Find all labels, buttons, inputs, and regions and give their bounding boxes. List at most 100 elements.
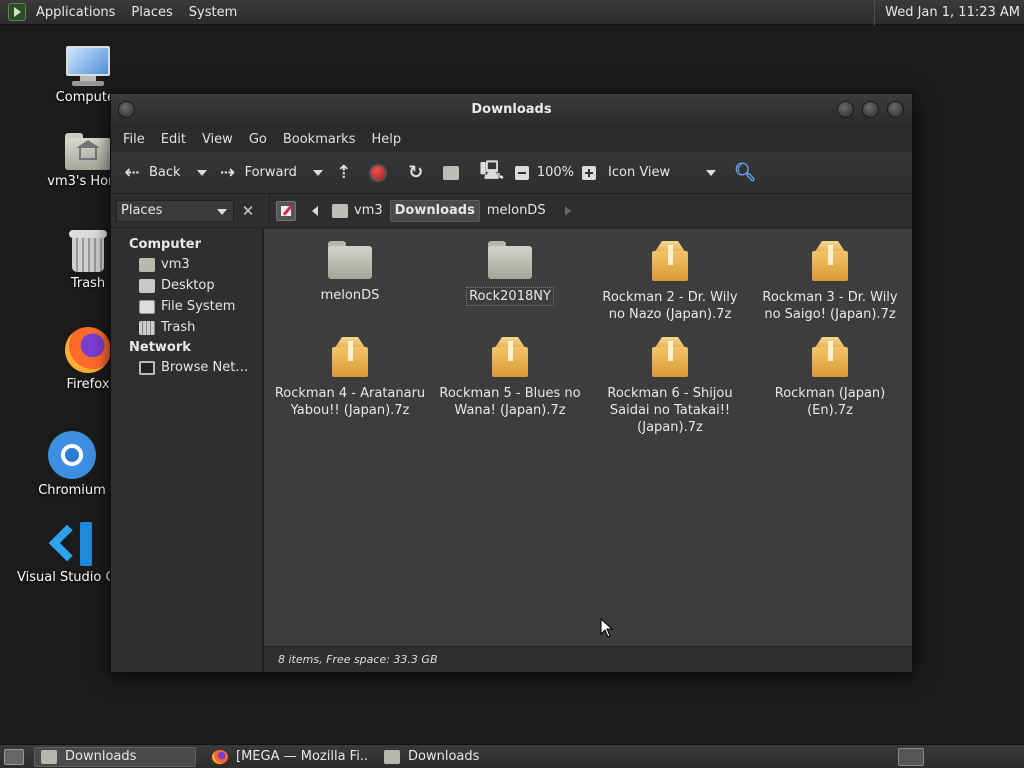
sidebar-item-browse-network[interactable]: Browse Net… <box>111 357 262 378</box>
archive-icon <box>652 241 688 281</box>
taskbar-item-downloads[interactable]: Downloads <box>34 746 196 767</box>
window-menu-button[interactable] <box>118 101 135 118</box>
file-item-archive[interactable]: Rockman (Japan) (En).7z <box>750 331 910 441</box>
forward-button[interactable]: ⇢ Forward <box>217 162 297 184</box>
workspace-switcher[interactable] <box>898 748 924 766</box>
sidebar-type-label: Places <box>121 203 163 218</box>
stop-button[interactable] <box>368 163 387 182</box>
sidebar-item-file-system[interactable]: File System <box>111 296 262 317</box>
menu-file[interactable]: File <box>115 132 153 147</box>
zoom-in-icon <box>582 165 597 180</box>
file-name: Rockman 4 - Aratanaru Yabou!! (Japan).7z <box>274 386 426 418</box>
file-item-archive[interactable]: Rockman 4 - Aratanaru Yabou!! (Japan).7z <box>270 331 430 441</box>
menu-places[interactable]: Places <box>123 0 180 25</box>
zoom-in-button[interactable] <box>582 165 597 180</box>
search-button[interactable]: 🔍︎ <box>733 162 757 184</box>
reload-icon: ↻ <box>408 162 424 183</box>
back-label: Back <box>149 165 181 180</box>
firefox-icon <box>212 749 228 764</box>
places-sidebar: Computer vm3 Desktop File System Trash N… <box>111 229 263 672</box>
taskbar-item-downloads-2[interactable]: Downloads <box>378 747 540 767</box>
file-name: Rockman 5 - Blues no Wana! (Japan).7z <box>439 386 581 418</box>
show-desktop-button[interactable] <box>4 748 24 765</box>
file-item-folder[interactable]: Rock2018NY <box>430 235 590 331</box>
zoom-out-button[interactable] <box>514 165 529 180</box>
sidebar-item-label: Browse Net… <box>161 360 249 375</box>
home-icon <box>442 165 459 180</box>
forward-history-dropdown[interactable] <box>312 169 323 176</box>
computer-button[interactable]: 🖳 <box>480 160 504 184</box>
sidebar-item-desktop[interactable]: Desktop <box>111 275 262 296</box>
file-item-archive[interactable]: Rockman 3 - Dr. Wily no Saigo! (Japan).7… <box>750 235 910 331</box>
sidebar-item-vm3[interactable]: vm3 <box>111 254 262 275</box>
window-titlebar[interactable]: Downloads <box>111 94 912 126</box>
breadcrumb-right-arrow[interactable] <box>564 205 571 216</box>
trash-icon <box>69 228 107 272</box>
top-panel: Applications Places System Wed Jan 1, 11… <box>0 0 1024 25</box>
clock[interactable]: Wed Jan 1, 11:23 AM <box>874 0 1020 25</box>
archive-icon <box>812 337 848 377</box>
task-label: Downloads <box>408 749 480 764</box>
stop-icon <box>368 163 387 182</box>
menu-system[interactable]: System <box>181 0 245 25</box>
close-sidebar-button[interactable]: ✕ <box>237 200 259 222</box>
close-button[interactable] <box>887 101 904 118</box>
trash-icon <box>139 320 155 335</box>
maximize-button[interactable] <box>862 101 879 118</box>
vscode-icon <box>48 522 94 566</box>
menu-edit[interactable]: Edit <box>153 132 194 147</box>
desktop-icon <box>139 278 155 293</box>
menu-view[interactable]: View <box>194 132 241 147</box>
crumb-downloads[interactable]: Downloads <box>389 199 480 222</box>
home-button[interactable] <box>442 165 465 180</box>
file-item-folder[interactable]: melonDS <box>270 235 430 331</box>
menu-applications[interactable]: Applications <box>28 0 123 25</box>
file-item-archive[interactable]: Rockman 2 - Dr. Wily no Nazo (Japan).7z <box>590 235 750 331</box>
file-name: Rockman 2 - Dr. Wily no Nazo (Japan).7z <box>602 290 738 322</box>
view-mode-select[interactable]: Icon View <box>608 165 698 180</box>
forward-label: Forward <box>244 165 297 180</box>
archive-icon <box>332 337 368 377</box>
menu-help[interactable]: Help <box>363 132 409 147</box>
up-button[interactable]: ⇡ <box>333 162 355 184</box>
menu-go[interactable]: Go <box>241 132 275 147</box>
drive-icon <box>139 299 155 314</box>
menu-bookmarks[interactable]: Bookmarks <box>275 132 364 147</box>
minimize-button[interactable] <box>837 101 854 118</box>
file-item-archive[interactable]: Rockman 5 - Blues no Wana! (Japan).7z <box>430 331 590 441</box>
computer-icon <box>64 46 112 86</box>
breadcrumb-left-arrow[interactable] <box>312 205 318 216</box>
home-icon <box>332 203 348 218</box>
zoom-level[interactable]: 100% <box>537 165 574 180</box>
back-history-dropdown[interactable] <box>196 169 207 176</box>
folder-icon <box>384 749 400 764</box>
archive-icon <box>652 337 688 377</box>
file-view[interactable]: melonDS Rock2018NY Rockman 2 - Dr. Wily … <box>263 229 912 672</box>
sidebar-item-trash[interactable]: Trash <box>111 317 262 338</box>
sidebar-type-select[interactable]: Places <box>116 199 234 222</box>
folder-icon <box>41 749 57 764</box>
reload-button[interactable]: ↻ <box>405 162 427 184</box>
view-mode-dropdown[interactable] <box>706 169 717 176</box>
status-bar: 8 items, Free space: 33.3 GB <box>264 646 912 672</box>
back-button[interactable]: ⇠ Back <box>121 162 181 184</box>
search-icon: 🔍︎ <box>733 162 757 183</box>
sidebar-item-label: vm3 <box>161 257 190 272</box>
archive-icon <box>812 241 848 281</box>
applications-logo-icon[interactable] <box>8 3 26 21</box>
file-grid: melonDS Rock2018NY Rockman 2 - Dr. Wily … <box>270 235 910 441</box>
file-item-archive[interactable]: Rockman 6 - Shijou Saidai no Tatakai!! (… <box>590 331 750 441</box>
taskbar-item-firefox[interactable]: [MEGA — Mozilla Fi... <box>206 747 368 767</box>
breadcrumb: vm3 Downloads melonDS <box>269 194 571 227</box>
file-name: Rockman 6 - Shijou Saidai no Tatakai!! (… <box>607 386 733 435</box>
crumb-melonds[interactable]: melonDS <box>483 200 550 222</box>
archive-icon <box>492 337 528 377</box>
crumb-home[interactable]: vm3 <box>328 200 387 222</box>
zoom-out-icon <box>514 165 529 180</box>
edit-location-icon[interactable] <box>276 200 296 221</box>
home-folder-icon <box>65 130 111 170</box>
sidebar-heading-network: Network <box>129 340 191 355</box>
firefox-icon <box>65 327 111 373</box>
chevron-down-icon <box>217 208 227 215</box>
file-manager-window: Downloads File Edit View Go Bookmarks He… <box>110 93 913 673</box>
